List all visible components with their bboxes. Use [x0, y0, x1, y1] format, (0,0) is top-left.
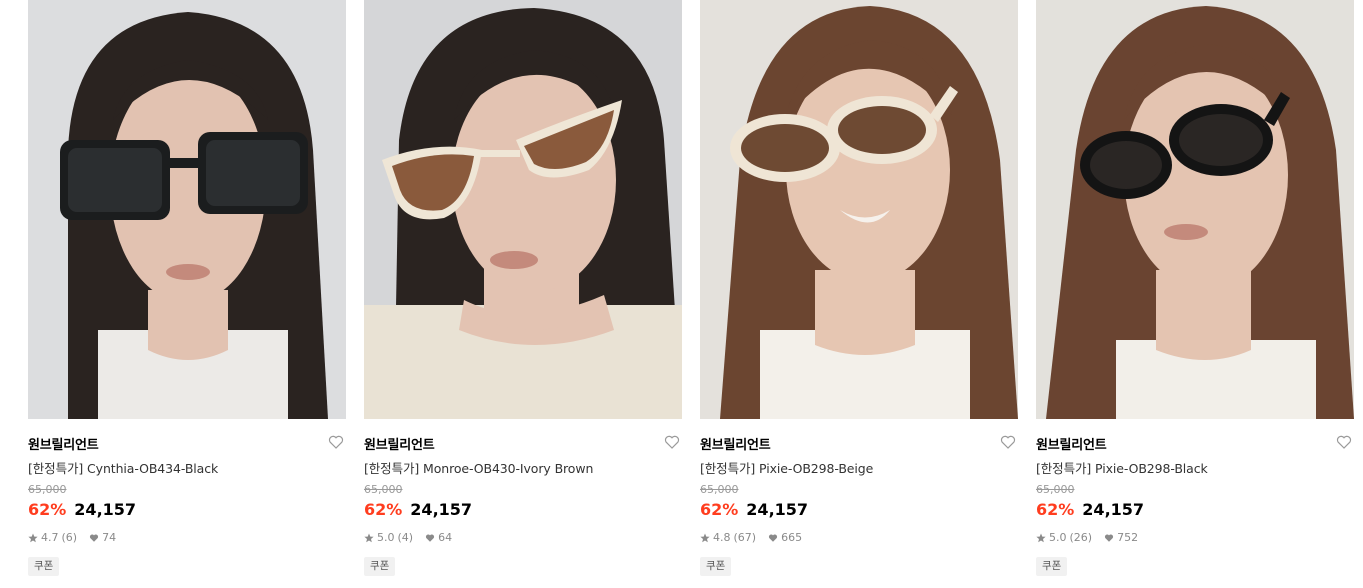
product-photo [364, 0, 682, 419]
coupon-badge: 쿠폰 [364, 557, 396, 576]
product-stats: 5.0 (26) 752 [1036, 531, 1138, 544]
product-stats: 4.8 (67) 665 [700, 531, 802, 544]
product-image[interactable] [28, 0, 346, 419]
discount-rate: 62% [1036, 500, 1075, 519]
like-count: 752 [1117, 531, 1139, 544]
discount-rate: 62% [28, 500, 67, 519]
original-price: 65,000 [700, 483, 739, 496]
brand-name[interactable]: 원브릴리언트 [1036, 434, 1107, 453]
brand-name[interactable]: 원브릴리언트 [364, 434, 435, 453]
review-count: (67) [733, 531, 757, 544]
review-count: (26) [1069, 531, 1093, 544]
like-count: 665 [781, 531, 803, 544]
coupon-badge: 쿠폰 [28, 557, 60, 576]
product-stats: 5.0 (4) 64 [364, 531, 452, 544]
rating-value: 5.0 [377, 531, 395, 544]
product-name[interactable]: [한정특가] Pixie-OB298-Beige [700, 458, 873, 477]
like-heart-icon[interactable] [1000, 434, 1016, 450]
price-row: 62% 24,157 [1036, 500, 1144, 519]
like-count: 64 [438, 531, 453, 544]
price-row: 62% 24,157 [364, 500, 472, 519]
like-heart-icon[interactable] [664, 434, 680, 450]
product-photo [700, 0, 1018, 419]
product-card[interactable]: 원브릴리언트 [한정특가] Pixie-OB298-Beige 65,000 6… [700, 0, 1018, 588]
like-heart-icon[interactable] [1336, 434, 1352, 450]
original-price: 65,000 [364, 483, 403, 496]
product-photo [28, 0, 346, 419]
heart-filled-icon [769, 533, 778, 542]
product-card[interactable]: 원브릴리언트 [한정특가] Monroe-OB430-Ivory Brown 6… [364, 0, 682, 588]
review-count: (4) [397, 531, 414, 544]
heart-filled-icon [1105, 533, 1114, 542]
discount-rate: 62% [700, 500, 739, 519]
discount-rate: 62% [364, 500, 403, 519]
review-count: (6) [61, 531, 78, 544]
sale-price: 24,157 [1082, 500, 1145, 519]
sale-price: 24,157 [74, 500, 137, 519]
star-icon [700, 533, 710, 542]
like-count: 74 [102, 531, 117, 544]
product-name[interactable]: [한정특가] Pixie-OB298-Black [1036, 458, 1208, 477]
sale-price: 24,157 [746, 500, 809, 519]
product-grid: 원브릴리언트 [한정특가] Cynthia-OB434-Black 65,000… [0, 0, 1363, 588]
original-price: 65,000 [1036, 483, 1075, 496]
rating-value: 4.7 [41, 531, 59, 544]
product-name[interactable]: [한정특가] Cynthia-OB434-Black [28, 458, 218, 477]
product-card[interactable]: 원브릴리언트 [한정특가] Pixie-OB298-Black 65,000 6… [1036, 0, 1354, 588]
heart-filled-icon [90, 533, 99, 542]
star-icon [364, 533, 374, 542]
star-icon [28, 533, 38, 542]
original-price: 65,000 [28, 483, 67, 496]
product-stats: 4.7 (6) 74 [28, 531, 116, 544]
star-icon [1036, 533, 1046, 542]
sale-price: 24,157 [410, 500, 473, 519]
coupon-badge: 쿠폰 [1036, 557, 1068, 576]
heart-filled-icon [426, 533, 435, 542]
brand-name[interactable]: 원브릴리언트 [28, 434, 99, 453]
rating-value: 5.0 [1049, 531, 1067, 544]
like-heart-icon[interactable] [328, 434, 344, 450]
product-name[interactable]: [한정특가] Monroe-OB430-Ivory Brown [364, 458, 593, 477]
product-card[interactable]: 원브릴리언트 [한정특가] Cynthia-OB434-Black 65,000… [28, 0, 346, 588]
price-row: 62% 24,157 [700, 500, 808, 519]
rating-value: 4.8 [713, 531, 731, 544]
brand-name[interactable]: 원브릴리언트 [700, 434, 771, 453]
product-photo [1036, 0, 1354, 419]
coupon-badge: 쿠폰 [700, 557, 732, 576]
product-image[interactable] [364, 0, 682, 419]
product-image[interactable] [700, 0, 1018, 419]
product-image[interactable] [1036, 0, 1354, 419]
price-row: 62% 24,157 [28, 500, 136, 519]
